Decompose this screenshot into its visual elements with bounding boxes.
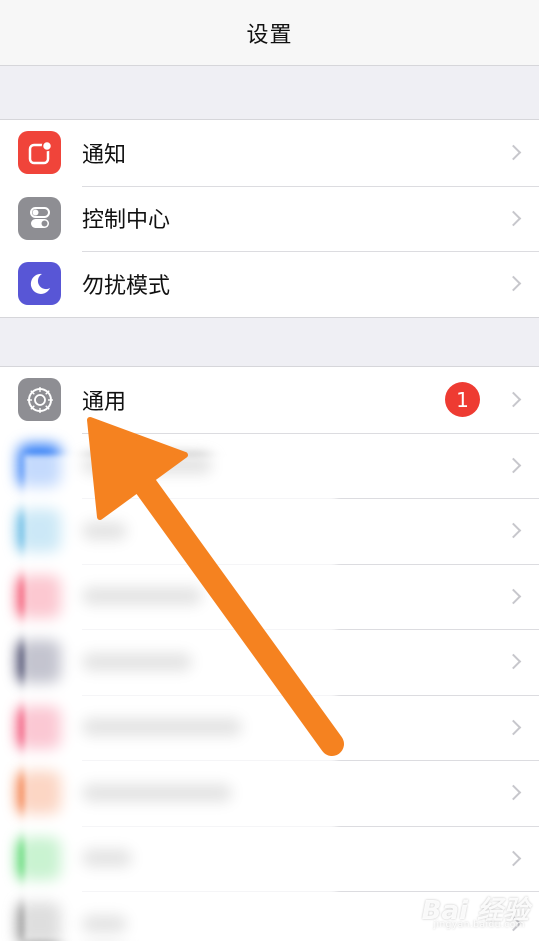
chevron-right-icon — [505, 850, 522, 867]
page-title: 设置 — [246, 22, 293, 48]
settings-row-label: 勿扰模式 — [82, 273, 171, 299]
gear-icon — [18, 378, 61, 422]
navigation-bar: 设置 — [0, 0, 539, 66]
chevron-right-icon — [505, 275, 522, 292]
watermark-site: jingyan.baidu.com — [433, 920, 525, 930]
settings-row-do-not-disturb[interactable]: 勿扰模式 — [0, 251, 539, 317]
chevron-right-icon — [505, 457, 522, 474]
baidu-watermark: Bai 经验 jingyan.baidu.com — [422, 890, 529, 930]
settings-row-label: 控制中心 — [82, 208, 171, 234]
notification-badge: 1 — [445, 382, 480, 418]
settings-group-1: 通知 控制中心 勿扰模式 — [0, 119, 539, 318]
settings-row-notifications[interactable]: 通知 — [0, 120, 539, 186]
chevron-right-icon — [505, 719, 522, 736]
chevron-right-icon — [505, 784, 522, 801]
chevron-right-icon — [505, 391, 522, 408]
settings-row-general[interactable]: 通用 1 — [0, 367, 539, 433]
privacy-blur-overlay — [24, 455, 336, 941]
chevron-right-icon — [505, 522, 522, 539]
notifications-icon — [18, 131, 61, 175]
control-center-icon — [18, 196, 61, 240]
chevron-right-icon — [505, 588, 522, 605]
settings-row-label: 通知 — [82, 142, 127, 168]
settings-row-label: 通用 — [82, 389, 127, 415]
settings-row-control-center[interactable]: 控制中心 — [0, 185, 539, 252]
chevron-right-icon — [505, 210, 522, 227]
chevron-right-icon — [505, 144, 522, 161]
chevron-right-icon — [505, 653, 522, 670]
moon-icon — [18, 262, 61, 306]
